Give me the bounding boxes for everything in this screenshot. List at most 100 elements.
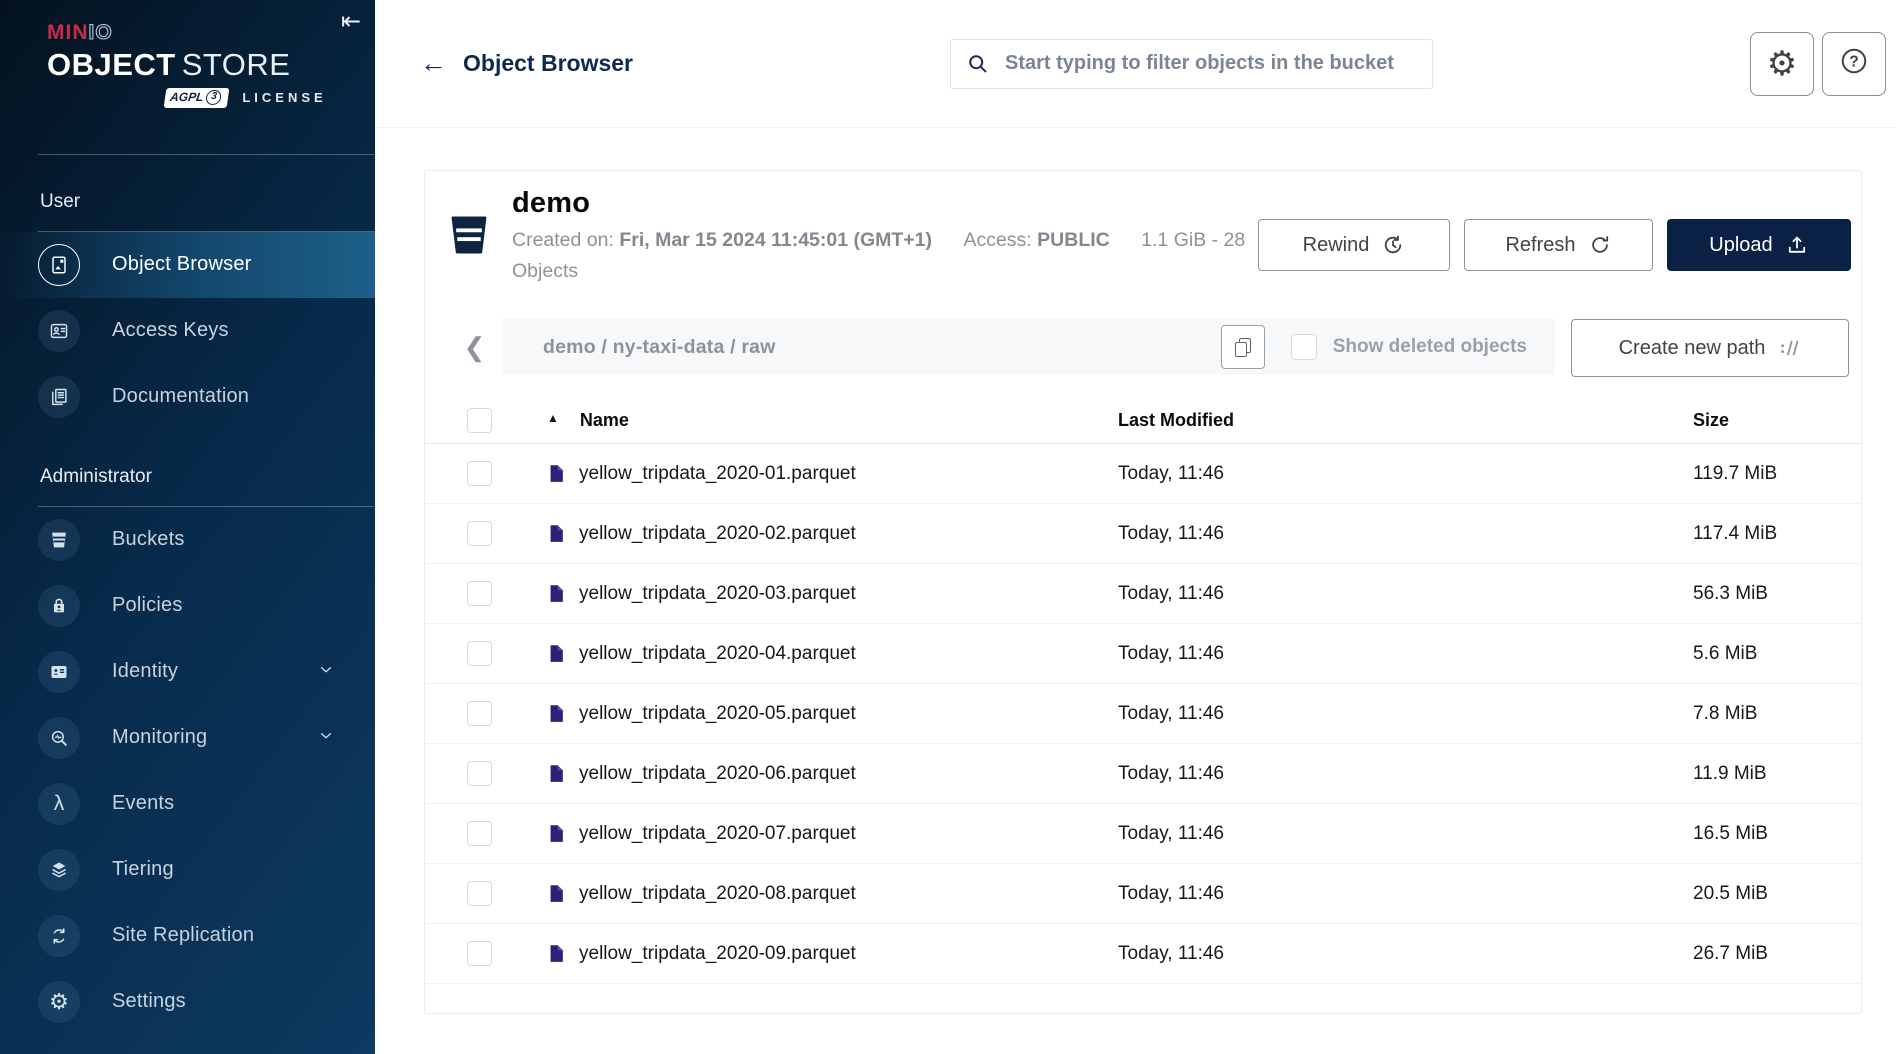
- brand-min: MIN: [47, 21, 89, 44]
- path-row: ❮ demo / ny-taxi-data / raw Show deleted…: [447, 319, 1849, 377]
- sidebar-item-documentation[interactable]: Documentation: [0, 364, 375, 430]
- file-icon: [547, 582, 566, 605]
- copy-path-button[interactable]: [1221, 325, 1265, 369]
- access-keys-icon: [38, 310, 80, 352]
- chevron-down-icon[interactable]: [317, 660, 335, 683]
- column-header-name[interactable]: ▲Name: [547, 410, 1118, 431]
- object-name-cell[interactable]: yellow_tripdata_2020-07.parquet: [547, 822, 1118, 845]
- row-checkbox[interactable]: [467, 701, 492, 726]
- brand-io: IO: [89, 21, 113, 44]
- site-replication-icon: [38, 915, 80, 957]
- file-icon: [547, 882, 566, 905]
- show-deleted-checkbox[interactable]: [1291, 334, 1317, 360]
- buckets-icon: [38, 519, 80, 561]
- last-modified-cell: Today, 11:46: [1118, 763, 1693, 785]
- policies-icon: [38, 585, 80, 627]
- file-icon: [547, 762, 566, 785]
- section-label-administrator: Administrator: [0, 466, 375, 488]
- select-all-checkbox[interactable]: [467, 408, 492, 433]
- table-row[interactable]: yellow_tripdata_2020-06.parquet Today, 1…: [425, 744, 1861, 804]
- table-row[interactable]: yellow_tripdata_2020-08.parquet Today, 1…: [425, 864, 1861, 924]
- table-row[interactable]: yellow_tripdata_2020-03.parquet Today, 1…: [425, 564, 1861, 624]
- row-checkbox[interactable]: [467, 521, 492, 546]
- page-title: Object Browser: [463, 50, 633, 77]
- table-row[interactable]: yellow_tripdata_2020-04.parquet Today, 1…: [425, 624, 1861, 684]
- row-checkbox[interactable]: [467, 881, 492, 906]
- row-checkbox[interactable]: [467, 581, 492, 606]
- sidebar-item-monitoring[interactable]: Monitoring: [0, 705, 375, 771]
- sidebar-item-site-replication[interactable]: Site Replication: [0, 903, 375, 969]
- sidebar-item-label: Access Keys: [112, 319, 229, 342]
- row-checkbox[interactable]: [467, 821, 492, 846]
- file-icon: [547, 822, 566, 845]
- back-arrow-icon[interactable]: ←: [420, 50, 447, 77]
- svg-text:?: ?: [1849, 53, 1859, 70]
- sidebar-item-policies[interactable]: Policies: [0, 573, 375, 639]
- table-row[interactable]: yellow_tripdata_2020-05.parquet Today, 1…: [425, 684, 1861, 744]
- chevron-down-icon[interactable]: [317, 726, 335, 749]
- last-modified-cell: Today, 11:46: [1118, 823, 1693, 845]
- column-header-modified: Last Modified: [1118, 410, 1693, 431]
- minio-logo: MINIO OBJECTSTORE AGPL3 LICENSE: [0, 0, 375, 108]
- collapse-sidebar-icon[interactable]: ⇤: [341, 10, 361, 34]
- breadcrumb-back-icon[interactable]: ❮: [447, 319, 502, 375]
- row-checkbox[interactable]: [467, 761, 492, 786]
- access-value: PUBLIC: [1037, 229, 1110, 251]
- bucket-header: demo Created on: Fri, Mar 15 2024 11:45:…: [425, 171, 1861, 287]
- size-cell: 7.8 MiB: [1693, 703, 1861, 725]
- upload-button[interactable]: Upload: [1667, 219, 1851, 271]
- create-new-path-button[interactable]: Create new path: [1571, 319, 1849, 377]
- upload-icon: [1785, 233, 1809, 257]
- sidebar-item-label: Policies: [112, 594, 183, 617]
- sidebar-item-access-keys[interactable]: Access Keys: [0, 298, 375, 364]
- row-checkbox[interactable]: [467, 941, 492, 966]
- object-name-cell[interactable]: yellow_tripdata_2020-08.parquet: [547, 882, 1118, 905]
- object-name-cell[interactable]: yellow_tripdata_2020-09.parquet: [547, 942, 1118, 965]
- sidebar-item-identity[interactable]: Identity: [0, 639, 375, 705]
- object-name-cell[interactable]: yellow_tripdata_2020-01.parquet: [547, 462, 1118, 485]
- object-name-cell[interactable]: yellow_tripdata_2020-02.parquet: [547, 522, 1118, 545]
- row-checkbox[interactable]: [467, 641, 492, 666]
- license-label: LICENSE: [242, 90, 326, 105]
- sidebar-item-label: Monitoring: [112, 726, 207, 749]
- object-browser-icon: [38, 244, 80, 286]
- object-name-cell[interactable]: yellow_tripdata_2020-03.parquet: [547, 582, 1118, 605]
- object-name-cell[interactable]: yellow_tripdata_2020-05.parquet: [547, 702, 1118, 725]
- access-label: Access:: [963, 229, 1031, 251]
- object-name-cell[interactable]: yellow_tripdata_2020-06.parquet: [547, 762, 1118, 785]
- last-modified-cell: Today, 11:46: [1118, 703, 1693, 725]
- sidebar-item-label: Buckets: [112, 528, 185, 551]
- search-input[interactable]: [950, 39, 1433, 89]
- path-bar: ❮ demo / ny-taxi-data / raw Show deleted…: [447, 319, 1555, 375]
- identity-icon: [38, 651, 80, 693]
- logo-store: STORE: [182, 47, 291, 82]
- sidebar-item-label: Settings: [112, 990, 186, 1013]
- table-row[interactable]: yellow_tripdata_2020-09.parquet Today, 1…: [425, 924, 1861, 984]
- sidebar-item-settings[interactable]: ⚙ Settings: [0, 969, 375, 1035]
- bucket-panel: demo Created on: Fri, Mar 15 2024 11:45:…: [424, 170, 1862, 1014]
- size-cell: 119.7 MiB: [1693, 463, 1861, 485]
- settings-button[interactable]: ⚙: [1750, 32, 1814, 96]
- last-modified-cell: Today, 11:46: [1118, 523, 1693, 545]
- help-button[interactable]: ?: [1822, 32, 1886, 96]
- breadcrumb[interactable]: demo / ny-taxi-data / raw: [543, 336, 776, 359]
- created-value: Fri, Mar 15 2024 11:45:01 (GMT+1): [619, 229, 932, 251]
- rewind-button[interactable]: Rewind: [1258, 219, 1450, 271]
- table-row[interactable]: yellow_tripdata_2020-01.parquet Today, 1…: [425, 444, 1861, 504]
- row-checkbox[interactable]: [467, 461, 492, 486]
- object-name-cell[interactable]: yellow_tripdata_2020-04.parquet: [547, 642, 1118, 665]
- table-row[interactable]: yellow_tripdata_2020-07.parquet Today, 1…: [425, 804, 1861, 864]
- gear-icon: ⚙: [1767, 47, 1797, 81]
- sidebar-item-events[interactable]: λ Events: [0, 771, 375, 837]
- logo-object: OBJECT: [47, 47, 176, 82]
- sidebar-item-object-browser[interactable]: Object Browser: [0, 232, 375, 298]
- table-row[interactable]: yellow_tripdata_2020-02.parquet Today, 1…: [425, 504, 1861, 564]
- sidebar-item-buckets[interactable]: Buckets: [0, 507, 375, 573]
- show-deleted-label[interactable]: Show deleted objects: [1333, 336, 1527, 358]
- sidebar-item-label: Identity: [112, 660, 178, 683]
- bucket-icon: [446, 213, 492, 287]
- refresh-button[interactable]: Refresh: [1464, 219, 1653, 271]
- sidebar-item-tiering[interactable]: Tiering: [0, 837, 375, 903]
- content-area: demo Created on: Fri, Mar 15 2024 11:45:…: [375, 128, 1896, 1054]
- settings-gear-icon: ⚙: [38, 981, 80, 1023]
